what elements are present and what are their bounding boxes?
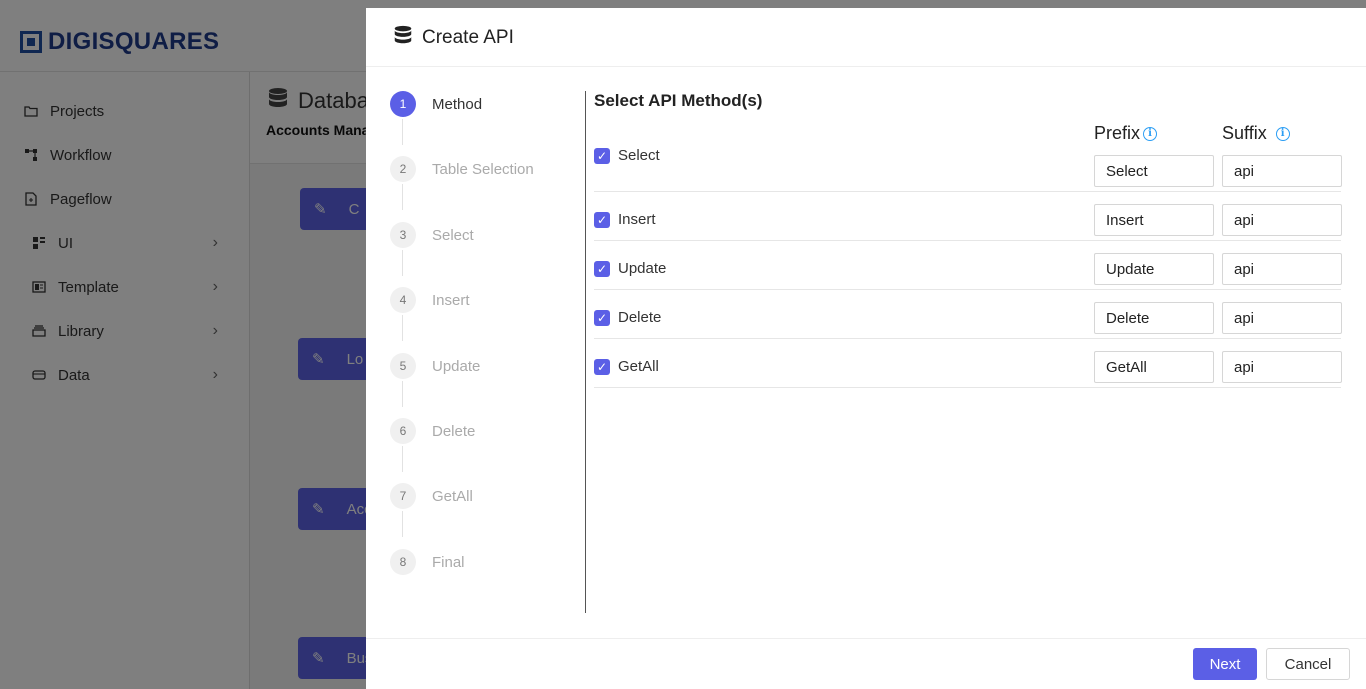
step-number: 6 bbox=[390, 418, 416, 444]
update-checkbox[interactable]: ✓ bbox=[594, 261, 610, 277]
step-number: 1 bbox=[390, 91, 416, 117]
step-connector bbox=[402, 446, 403, 472]
suffix-input[interactable]: api bbox=[1222, 351, 1342, 383]
method-row: ✓ Select Select api bbox=[594, 147, 1342, 192]
prefix-input[interactable]: Delete bbox=[1094, 302, 1214, 334]
step-connector bbox=[402, 381, 403, 407]
step-connector bbox=[402, 511, 403, 537]
suffix-input[interactable]: api bbox=[1222, 253, 1342, 285]
step-number: 2 bbox=[390, 156, 416, 182]
step-number: 5 bbox=[390, 353, 416, 379]
suffix-header: Suffix i bbox=[1222, 123, 1290, 144]
step-select[interactable]: 3 Select bbox=[390, 222, 474, 248]
step-update[interactable]: 5 Update bbox=[390, 353, 480, 379]
step-number: 8 bbox=[390, 549, 416, 575]
step-connector bbox=[402, 119, 403, 145]
insert-checkbox[interactable]: ✓ bbox=[594, 212, 610, 228]
step-number: 4 bbox=[390, 287, 416, 313]
method-label: GetAll bbox=[618, 358, 659, 375]
step-connector bbox=[402, 184, 403, 210]
step-label: Insert bbox=[432, 291, 470, 309]
step-number: 3 bbox=[390, 222, 416, 248]
step-label: Delete bbox=[432, 422, 476, 440]
suffix-input[interactable]: api bbox=[1222, 302, 1342, 334]
step-label: Update bbox=[432, 357, 481, 375]
prefix-input[interactable]: Insert bbox=[1094, 204, 1214, 236]
step-connector bbox=[402, 250, 403, 276]
delete-checkbox[interactable]: ✓ bbox=[594, 310, 610, 326]
cancel-button[interactable]: Cancel bbox=[1266, 648, 1350, 680]
drawer-header: Create API bbox=[366, 8, 1366, 67]
method-label: Insert bbox=[618, 211, 656, 228]
prefix-input[interactable]: Select bbox=[1094, 155, 1214, 187]
info-icon[interactable]: i bbox=[1143, 126, 1158, 141]
method-label: Delete bbox=[618, 309, 662, 326]
prefix-input[interactable]: Update bbox=[1094, 253, 1214, 285]
panel-title: Select API Method(s) bbox=[594, 91, 763, 110]
method-row: ✓ Delete Delete api bbox=[594, 290, 1342, 339]
step-delete[interactable]: 6 Delete bbox=[390, 418, 475, 444]
step-connector bbox=[402, 315, 403, 341]
step-label: Final bbox=[432, 553, 465, 571]
drawer-footer: Next Cancel bbox=[366, 638, 1366, 689]
method-row: ✓ Insert Insert api bbox=[594, 192, 1342, 241]
step-label: Table Selection bbox=[432, 160, 534, 178]
step-label: GetAll bbox=[432, 487, 473, 505]
database-icon bbox=[392, 24, 414, 52]
step-method[interactable]: 1 Method bbox=[390, 91, 482, 117]
step-insert[interactable]: 4 Insert bbox=[390, 287, 470, 313]
method-label: Select bbox=[618, 147, 660, 164]
info-icon[interactable]: i bbox=[1275, 126, 1290, 141]
suffix-input[interactable]: api bbox=[1222, 204, 1342, 236]
method-row: ✓ GetAll GetAll api bbox=[594, 339, 1342, 388]
step-final[interactable]: 8 Final bbox=[390, 549, 465, 575]
step-number: 7 bbox=[390, 483, 416, 509]
step-label: Select bbox=[432, 226, 474, 244]
suffix-input[interactable]: api bbox=[1222, 155, 1342, 187]
create-api-drawer: Create API 1 Method 2 Table Selection 3 … bbox=[366, 8, 1366, 689]
step-table-selection[interactable]: 2 Table Selection bbox=[390, 156, 534, 182]
method-row: ✓ Update Update api bbox=[594, 241, 1342, 290]
prefix-header: Prefix i bbox=[1094, 123, 1158, 144]
select-checkbox[interactable]: ✓ bbox=[594, 148, 610, 164]
step-label: Method bbox=[432, 95, 483, 113]
step-getall[interactable]: 7 GetAll bbox=[390, 483, 473, 509]
prefix-input[interactable]: GetAll bbox=[1094, 351, 1214, 383]
getall-checkbox[interactable]: ✓ bbox=[594, 359, 610, 375]
next-button[interactable]: Next bbox=[1193, 648, 1257, 680]
drawer-title: Create API bbox=[392, 24, 514, 52]
method-label: Update bbox=[618, 260, 667, 277]
vertical-divider bbox=[585, 91, 586, 613]
